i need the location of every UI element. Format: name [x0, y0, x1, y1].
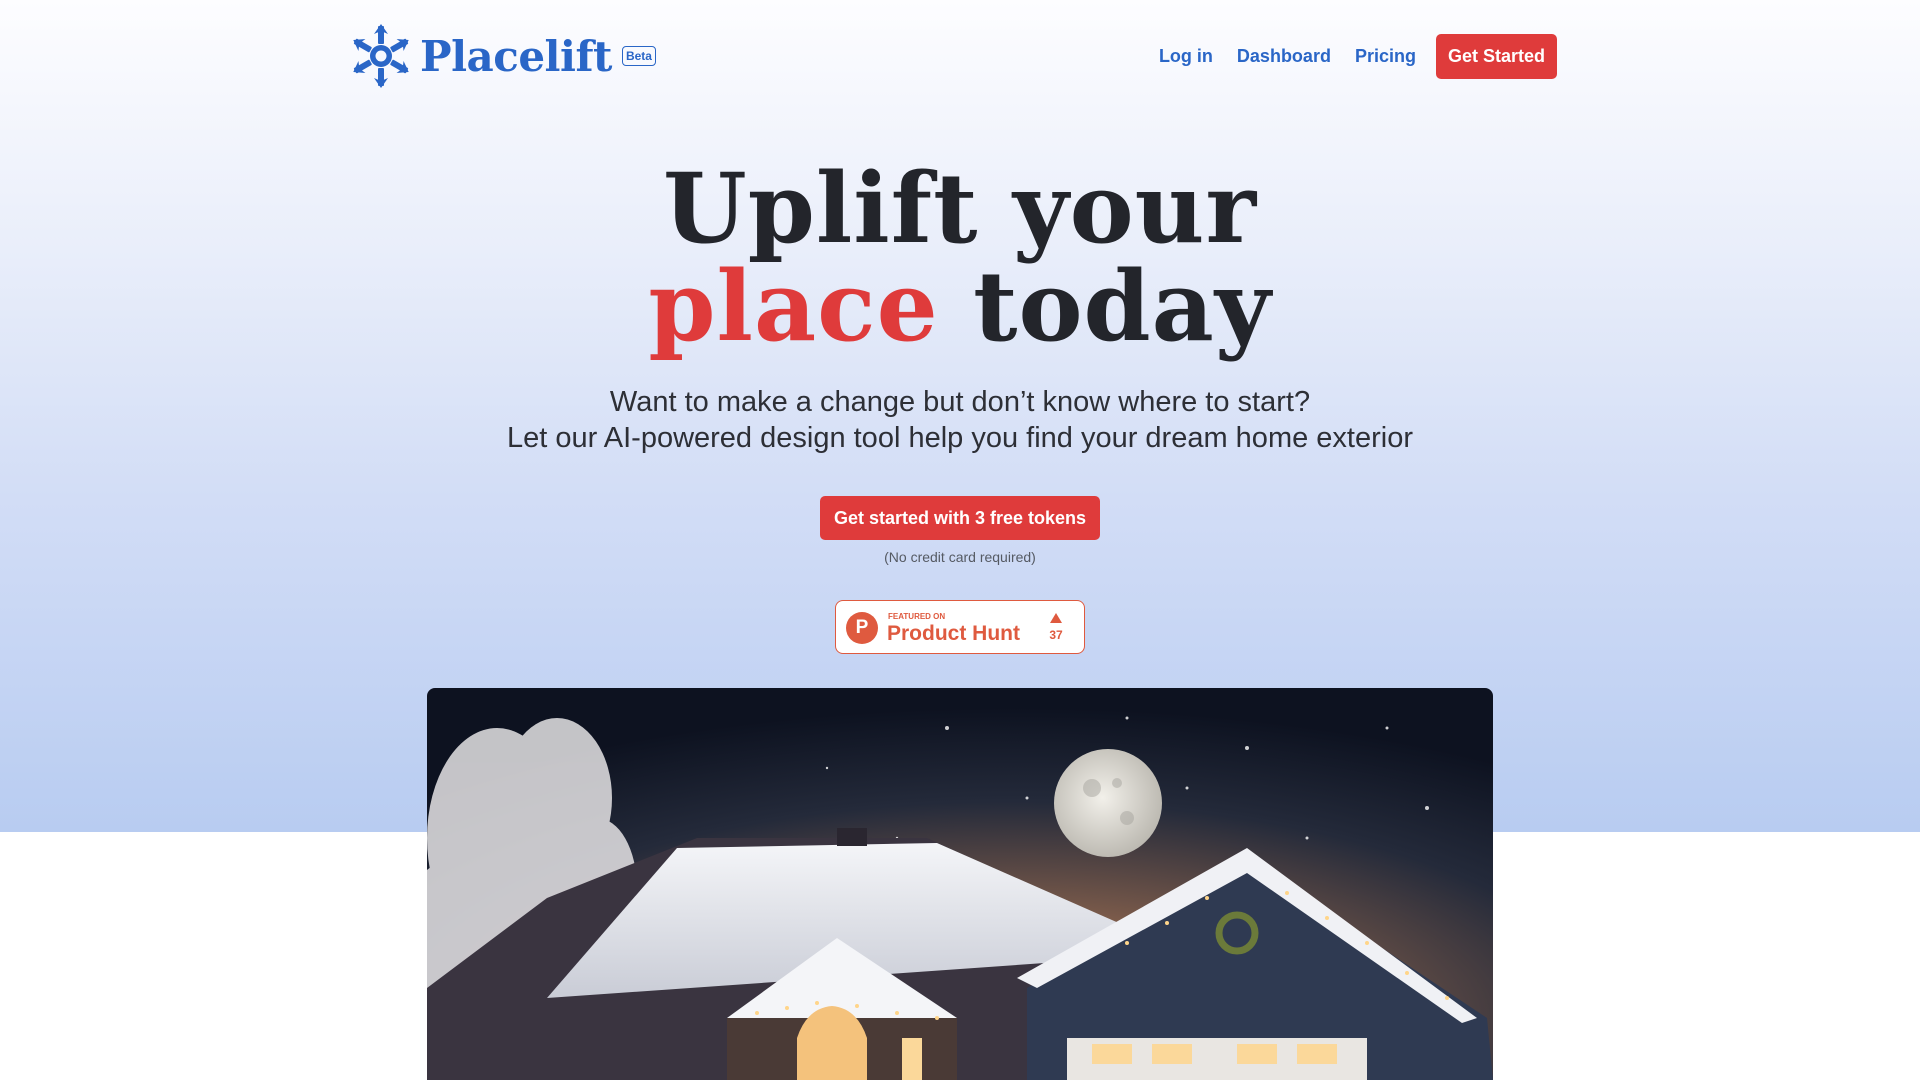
headline-line-1: Uplift your: [662, 152, 1258, 265]
subtitle-line-2: Let our AI-powered design tool help you …: [507, 422, 1413, 454]
nav-links: Log in Dashboard Pricing Get Started: [1159, 34, 1557, 79]
get-started-button[interactable]: Get Started: [1435, 34, 1557, 79]
pricing-link[interactable]: Pricing: [1355, 46, 1416, 67]
snowflake-icon: [350, 24, 412, 88]
top-navigation: Placelift Beta Log in Dashboard Pricing …: [350, 22, 1557, 90]
upvote-arrow-icon: [1050, 613, 1062, 623]
product-hunt-logo-icon: P: [846, 612, 878, 644]
headline-line-2-rest: today: [973, 250, 1272, 363]
product-hunt-name: Product Hunt: [887, 622, 1020, 645]
hero-house-image: [427, 688, 1493, 1080]
brand-logo[interactable]: Placelift Beta: [350, 22, 656, 90]
no-credit-card-note: (No credit card required): [884, 549, 1036, 565]
product-hunt-badge[interactable]: P FEATURED ON Product Hunt 37: [835, 600, 1085, 654]
brand-name: Placelift: [420, 31, 612, 81]
subtitle-line-1: Want to make a change but don’t know whe…: [609, 386, 1311, 418]
headline-accent-word: place: [648, 250, 939, 363]
hero-subtitle: Want to make a change but don’t know whe…: [0, 384, 1920, 456]
upvote-count: 37: [1049, 628, 1063, 642]
free-tokens-cta-button[interactable]: Get started with 3 free tokens: [820, 496, 1100, 540]
dashboard-link[interactable]: Dashboard: [1237, 46, 1331, 67]
login-link[interactable]: Log in: [1159, 46, 1213, 67]
house-night-snow-image: [427, 688, 1493, 1080]
hero-headline: Uplift your place today: [0, 160, 1920, 356]
beta-badge: Beta: [621, 46, 656, 66]
product-hunt-featured-label: FEATURED ON: [888, 612, 946, 621]
